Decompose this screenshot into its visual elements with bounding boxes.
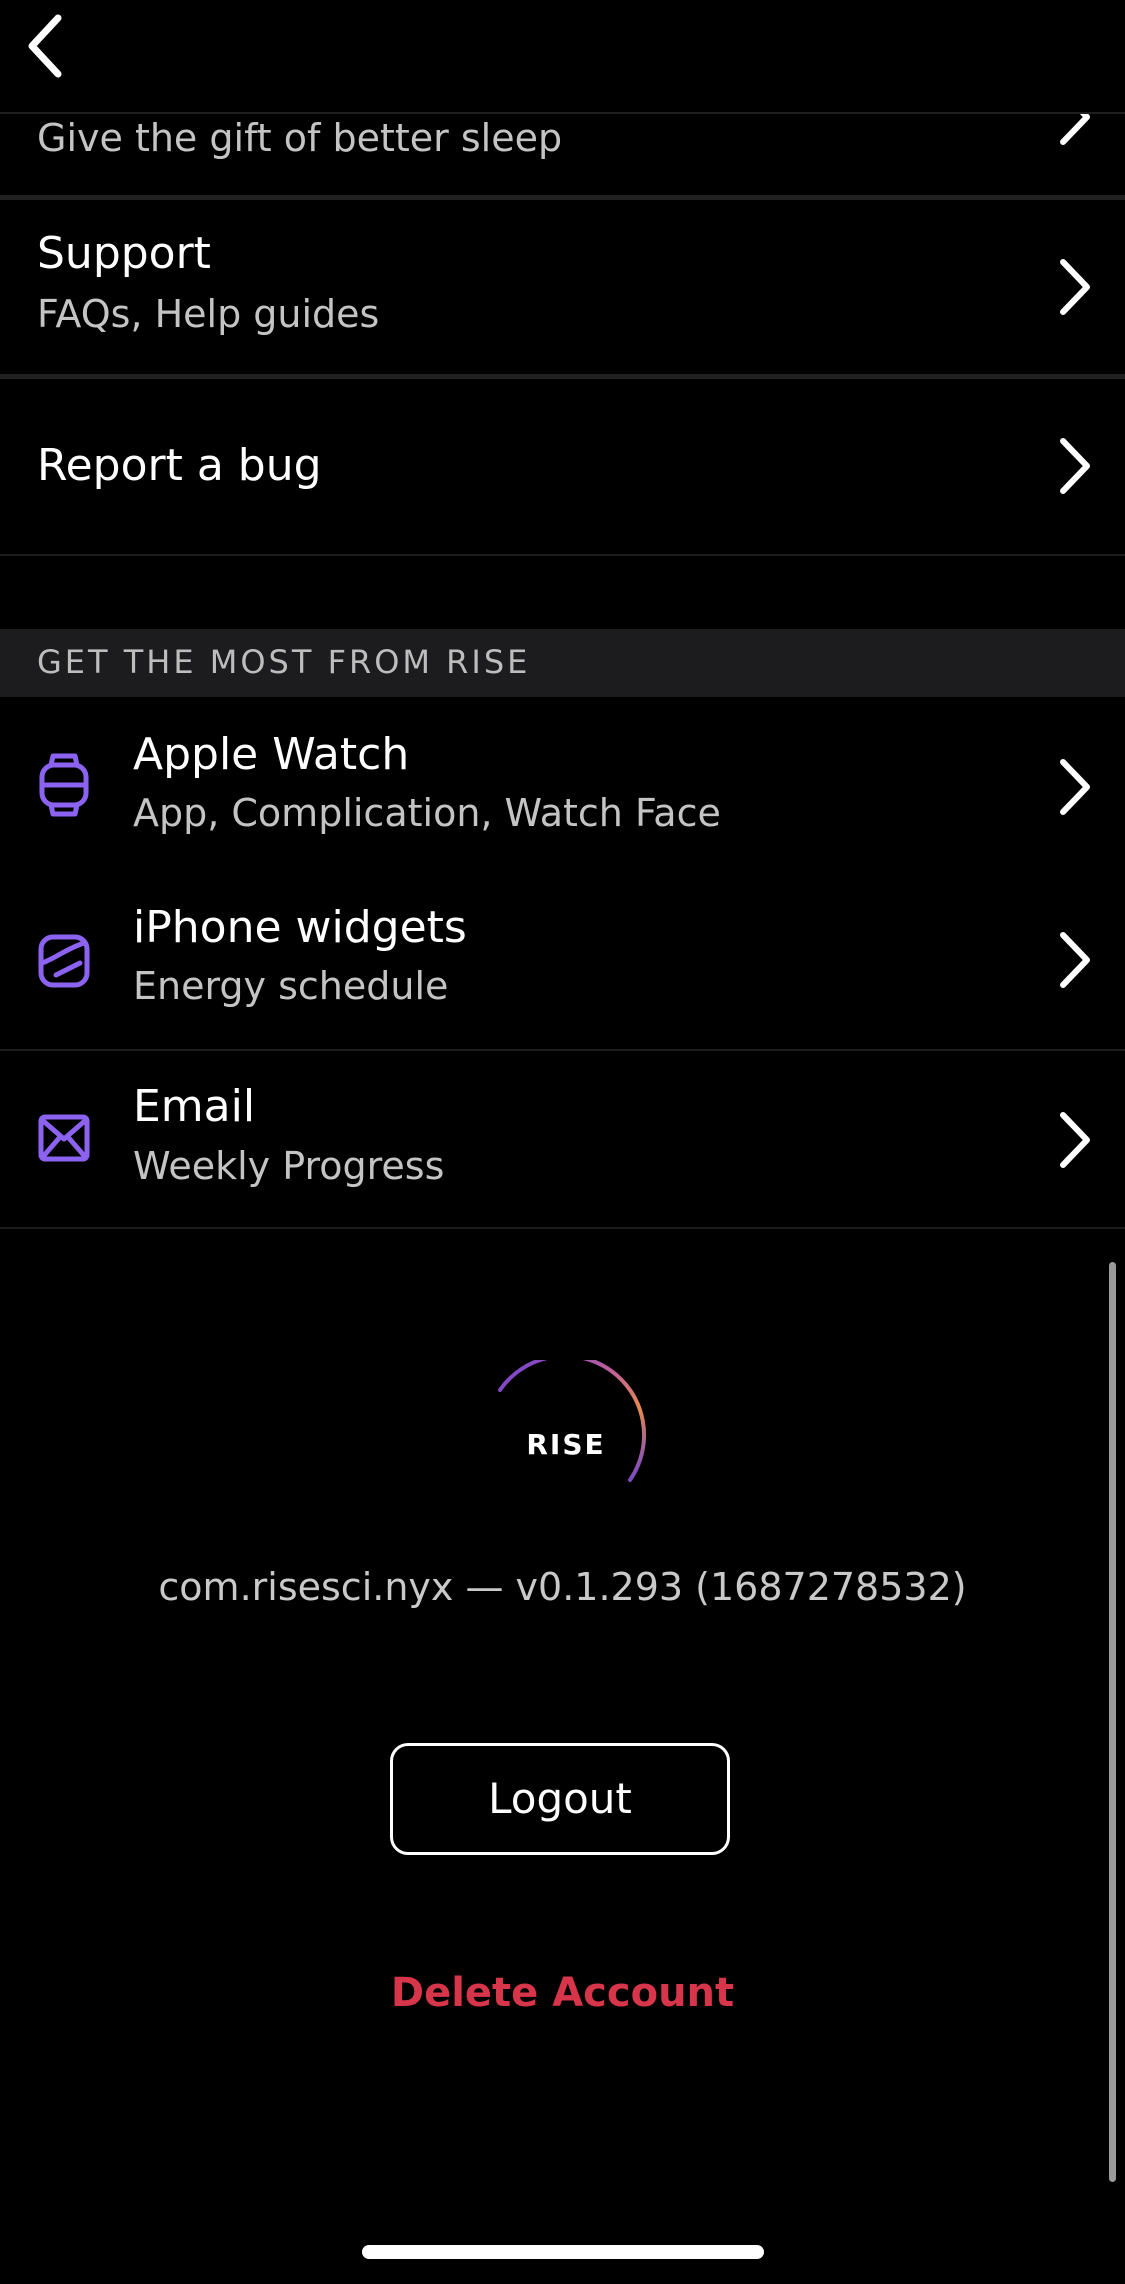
chevron-left-icon bbox=[28, 14, 62, 78]
divider bbox=[0, 554, 1125, 556]
chevron-right-icon bbox=[1060, 438, 1090, 494]
chevron-right-icon bbox=[1060, 759, 1090, 815]
apple-watch-row[interactable]: Apple Watch App, Complication, Watch Fac… bbox=[0, 697, 1125, 871]
widget-icon bbox=[38, 934, 90, 988]
scrollbar[interactable] bbox=[1109, 1262, 1116, 2182]
chevron-right-icon bbox=[1060, 259, 1090, 315]
section-header: GET THE MOST FROM RISE bbox=[0, 629, 1125, 697]
apple-watch-row-subtitle: App, Complication, Watch Face bbox=[133, 791, 721, 835]
home-indicator[interactable] bbox=[362, 2245, 764, 2259]
top-nav-bar bbox=[0, 0, 1125, 114]
support-row-title: Support bbox=[37, 228, 211, 279]
report-bug-row[interactable]: Report a bug bbox=[0, 379, 1125, 554]
iphone-widgets-row-subtitle: Energy schedule bbox=[133, 964, 449, 1008]
back-button[interactable] bbox=[18, 10, 74, 80]
apple-watch-row-title: Apple Watch bbox=[133, 729, 410, 780]
gift-row[interactable]: Give the gift of better sleep bbox=[0, 89, 1125, 195]
iphone-widgets-row[interactable]: iPhone widgets Energy schedule bbox=[0, 871, 1125, 1049]
app-version-text: com.risesci.nyx — v0.1.293 (1687278532) bbox=[158, 1565, 967, 1609]
email-row-subtitle: Weekly Progress bbox=[133, 1144, 445, 1188]
email-row-title: Email bbox=[133, 1081, 256, 1132]
rise-logo-text: RISE bbox=[526, 1428, 606, 1461]
iphone-widgets-row-title: iPhone widgets bbox=[133, 902, 467, 953]
gift-row-subtitle: Give the gift of better sleep bbox=[37, 116, 563, 160]
mail-icon bbox=[38, 1114, 90, 1162]
watch-icon bbox=[39, 753, 89, 817]
chevron-right-icon bbox=[1060, 1112, 1090, 1168]
section-header-label: GET THE MOST FROM RISE bbox=[37, 643, 531, 681]
email-row[interactable]: Email Weekly Progress bbox=[0, 1051, 1125, 1227]
delete-account-button[interactable]: Delete Account bbox=[0, 1970, 1125, 2016]
divider bbox=[0, 1227, 1125, 1229]
chevron-right-icon bbox=[1060, 932, 1090, 988]
report-bug-row-title: Report a bug bbox=[37, 440, 322, 491]
logout-button[interactable]: Logout bbox=[390, 1743, 730, 1855]
support-row-subtitle: FAQs, Help guides bbox=[37, 292, 380, 336]
support-row[interactable]: Support FAQs, Help guides bbox=[0, 200, 1125, 374]
